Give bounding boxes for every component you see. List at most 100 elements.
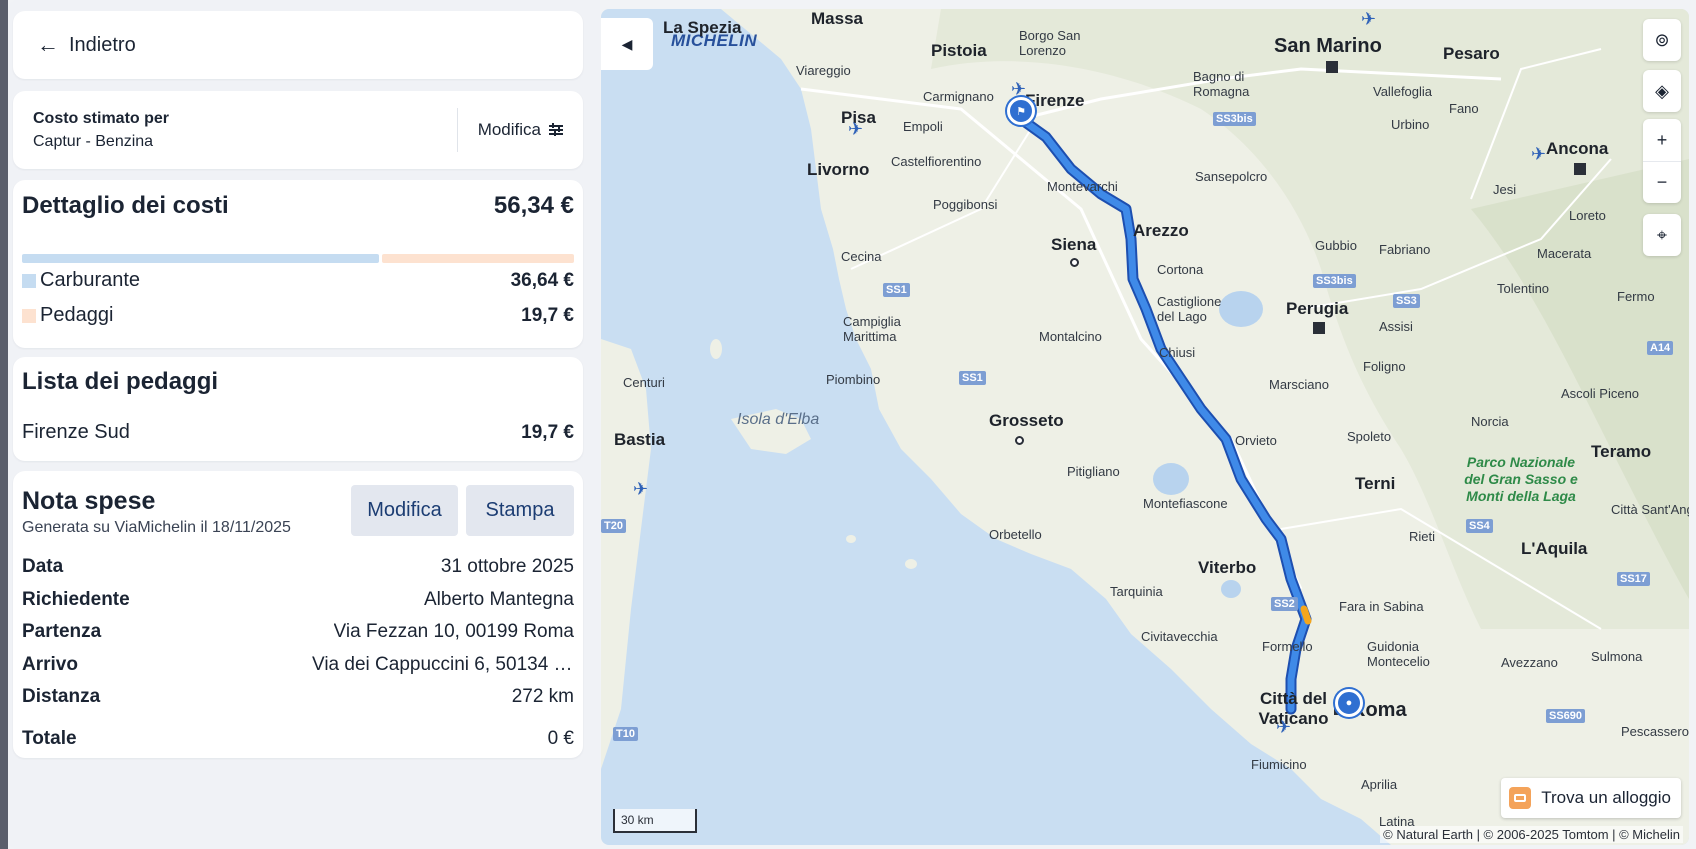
city-label: La Spezia	[663, 18, 742, 37]
finish-flag-icon[interactable]: ⚑	[1007, 97, 1035, 125]
back-label: Indietro	[69, 33, 136, 56]
town-label: Aprilia	[1361, 777, 1398, 792]
town-label: Castelfiorentino	[891, 154, 982, 169]
zoom-in-icon[interactable]: +	[1643, 119, 1681, 161]
zoom-out-icon[interactable]: −	[1643, 161, 1681, 203]
town-label: Avezzano	[1501, 655, 1558, 670]
expense-note-title: Nota spese	[22, 487, 156, 515]
find-accommodation-label: Trova un alloggio	[1541, 788, 1671, 807]
cost-total: 56,34 €	[493, 192, 574, 219]
scale-bar: 30 km	[613, 809, 697, 833]
town-label: Gubbio	[1315, 238, 1357, 253]
town-label: Carmignano	[923, 89, 994, 104]
note-row-total: Totale 0 €	[22, 723, 574, 756]
city-label: Viterbo	[1198, 558, 1257, 577]
town-label: Formello	[1262, 639, 1313, 654]
note-label: Partenza	[22, 621, 102, 643]
town-label: Civitavecchia	[1141, 629, 1218, 644]
window-edge	[0, 0, 8, 849]
cost-breakdown-bar	[22, 254, 574, 263]
town-label: Sansepolcro	[1195, 169, 1268, 184]
note-row-date: Data 31 ottobre 2025	[22, 551, 574, 584]
airport-icon: ✈	[1361, 9, 1377, 29]
city-label: Siena	[1051, 235, 1097, 254]
town-label: Castiglione del Lago	[1157, 294, 1222, 324]
collapse-panel-button[interactable]: ◀	[601, 18, 653, 70]
capital-marker	[1574, 163, 1586, 175]
estimate-title: Costo stimato per	[33, 109, 170, 127]
town-label: Empoli	[903, 119, 943, 134]
find-accommodation-button[interactable]: Trova un alloggio	[1501, 778, 1681, 818]
airport-icon: ✈	[1531, 144, 1547, 164]
town-label: Montevarchi	[1047, 179, 1118, 194]
town-label: Macerata	[1537, 246, 1592, 261]
road-shield: A14	[1647, 341, 1674, 355]
traffic-icon[interactable]: ⊚	[1643, 19, 1681, 61]
town-label: Montalcino	[1039, 329, 1102, 344]
town-label: Urbino	[1391, 117, 1430, 132]
note-value: Alberto Mantegna	[424, 588, 574, 610]
town-label: Sulmona	[1591, 649, 1643, 664]
toll-list-card: Lista dei pedaggi Firenze Sud 19,7 €	[13, 357, 583, 461]
road-shield: SS17	[1617, 572, 1650, 586]
tolls-label: Pedaggi	[40, 304, 114, 326]
edit-vehicle-button[interactable]: Modifica	[458, 120, 583, 140]
edit-note-button[interactable]: Modifica	[351, 485, 458, 536]
airport-icon: ✈	[848, 119, 864, 139]
town-label: Rieti	[1409, 529, 1436, 544]
cost-row-fuel: Carburante 36,64 €	[22, 263, 574, 298]
cost-detail-title: Dettaglio dei costi	[22, 192, 229, 219]
town-label: Città Sant'Angele	[1611, 502, 1689, 517]
tolls-value: 19,7 €	[521, 304, 574, 326]
note-value: 31 ottobre 2025	[440, 556, 574, 578]
road-shield: SS1	[883, 283, 910, 297]
route-map[interactable]: MICHELIN San Marino Firenze Roma Perugia…	[601, 9, 1689, 845]
total-value: 0 €	[547, 727, 574, 749]
cost-detail-card: Dettaglio dei costi 56,34 € Carburante 3…	[13, 180, 583, 348]
start-pin-icon[interactable]: ●	[1335, 689, 1363, 717]
airport-icon: ✈	[1276, 717, 1292, 737]
locate-icon[interactable]: ⌖	[1643, 214, 1681, 256]
town-marker	[1070, 258, 1079, 267]
city-label: Pesaro	[1443, 44, 1500, 63]
note-value: 272 km	[511, 686, 574, 708]
capital-marker	[1313, 322, 1325, 334]
tolls-bar-segment	[381, 254, 574, 263]
city-label: Arezzo	[1133, 221, 1189, 240]
town-label: Loreto	[1569, 208, 1606, 223]
city-label: Pistoia	[931, 41, 987, 60]
note-label: Distanza	[22, 686, 101, 708]
town-label: Fara in Sabina	[1339, 599, 1424, 614]
map-attribution: © Natural Earth | © 2006-2025 Tomtom | ©…	[1380, 826, 1683, 843]
town-label: Fabriano	[1379, 242, 1431, 257]
city-label: Terni	[1355, 474, 1396, 493]
town-label: Borgo San Lorenzo	[1019, 28, 1081, 58]
cost-row-tolls: Pedaggi 19,7 €	[22, 298, 574, 333]
road-shield: SS4	[1466, 519, 1493, 533]
town-label: Viareggio	[796, 63, 851, 78]
note-row-requester: Richiedente Alberto Mantegna	[22, 584, 574, 617]
layers-control: ◈	[1643, 70, 1681, 112]
print-button[interactable]: Stampa	[466, 485, 574, 536]
town-label: Ascoli Piceno	[1561, 386, 1640, 401]
layers-icon[interactable]: ◈	[1643, 70, 1681, 112]
town-label: Bagno di Romagna	[1193, 69, 1250, 99]
road-shield: SS3bis	[1313, 274, 1356, 288]
zoom-control: + −	[1643, 119, 1681, 203]
city-label: Città del Vaticano	[1258, 689, 1329, 728]
fuel-label: Carburante	[40, 269, 141, 291]
locate-control: ⌖	[1643, 214, 1681, 256]
town-label: Jesi	[1493, 182, 1517, 197]
town-marker	[1015, 436, 1024, 445]
capital-marker	[1326, 61, 1338, 73]
estimate-card: Costo stimato per Captur - Benzina Modif…	[13, 91, 583, 169]
town-label: Tolentino	[1497, 281, 1550, 296]
city-label: Massa	[811, 9, 863, 28]
town-label: Centuri	[623, 375, 665, 390]
note-row-distance: Distanza 272 km	[22, 681, 574, 714]
note-label: Arrivo	[22, 653, 78, 675]
toll-price: 19,7 €	[521, 422, 574, 443]
island-label: Isola d'Elba	[737, 411, 820, 428]
city-label: Teramo	[1591, 442, 1652, 461]
back-button[interactable]: ← Indietro	[13, 11, 583, 79]
